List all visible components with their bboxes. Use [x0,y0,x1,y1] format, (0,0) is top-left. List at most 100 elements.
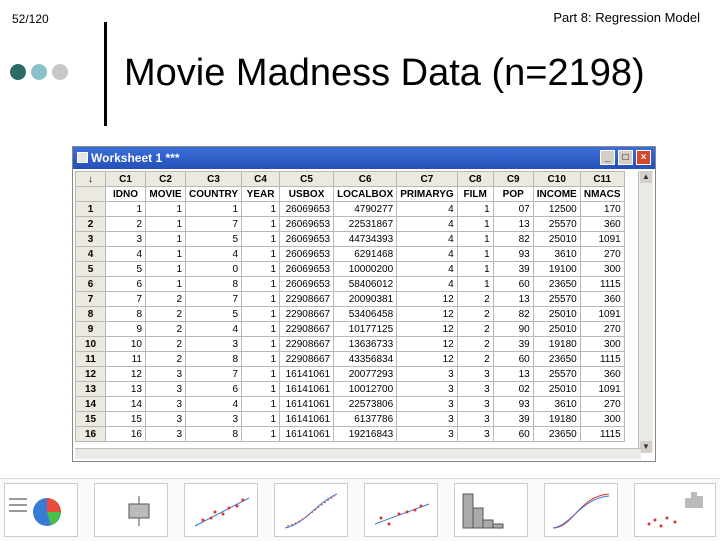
table-cell[interactable]: 19180 [532,336,581,352]
table-cell[interactable]: 7 [184,366,243,382]
table-cell[interactable]: 13 [492,366,534,382]
table-cell[interactable]: 39 [492,336,534,352]
table-cell[interactable]: 2 [456,291,494,307]
table-cell[interactable]: 53406458 [333,306,398,322]
table-cell[interactable]: 2 [105,216,146,232]
table-cell[interactable]: 3 [145,411,186,427]
table-cell[interactable]: 1 [184,201,243,217]
table-cell[interactable]: 4 [396,261,458,277]
table-cell[interactable]: 5 [184,306,243,322]
column-header[interactable]: C10 [532,171,581,187]
table-cell[interactable]: 2 [145,321,186,337]
horizontal-scrollbar[interactable] [75,448,641,459]
table-cell[interactable]: 300 [579,336,625,352]
table-cell[interactable]: 22908667 [279,351,335,367]
table-cell[interactable]: 02 [492,381,534,397]
column-header[interactable]: C1 [105,171,146,187]
column-name-cell[interactable]: LOCALBOX [333,186,398,202]
table-cell[interactable]: 4 [396,231,458,247]
table-cell[interactable]: 2 [456,321,494,337]
table-cell[interactable]: 23650 [532,276,581,292]
table-cell[interactable]: 4 [396,201,458,217]
column-name-cell[interactable]: YEAR [241,186,281,202]
thumbnail-histogram[interactable] [454,483,528,537]
table-cell[interactable]: 1 [145,246,186,262]
table-cell[interactable]: 1091 [579,381,625,397]
table-cell[interactable]: 1 [456,201,494,217]
table-cell[interactable]: 20090381 [333,291,398,307]
table-cell[interactable]: 0 [184,261,243,277]
table-cell[interactable]: 10 [105,336,146,352]
table-cell[interactable]: 1 [241,306,281,322]
row-number[interactable]: 6 [75,276,106,292]
column-name-cell[interactable]: IDNO [105,186,146,202]
table-cell[interactable]: 3 [145,366,186,382]
table-cell[interactable]: 270 [579,396,625,412]
column-header[interactable]: C11 [579,171,625,187]
row-number[interactable]: 4 [75,246,106,262]
table-cell[interactable]: 13 [492,216,534,232]
table-cell[interactable]: 3 [145,426,186,442]
table-cell[interactable]: 1 [456,216,494,232]
table-cell[interactable]: 1 [145,261,186,277]
table-cell[interactable]: 1 [145,231,186,247]
table-cell[interactable]: 3610 [532,396,581,412]
table-cell[interactable]: 07 [492,201,534,217]
table-cell[interactable]: 3610 [532,246,581,262]
table-cell[interactable]: 300 [579,261,625,277]
table-cell[interactable]: 25570 [532,366,581,382]
table-cell[interactable]: 270 [579,246,625,262]
scroll-down-arrow-icon[interactable]: ▼ [640,441,652,453]
table-cell[interactable]: 3 [396,381,458,397]
table-cell[interactable]: 93 [492,396,534,412]
table-cell[interactable]: 13 [105,381,146,397]
table-cell[interactable]: 4 [396,216,458,232]
table-cell[interactable]: 16141061 [279,426,335,442]
table-cell[interactable]: 4 [184,396,243,412]
table-cell[interactable]: 26069653 [279,261,335,277]
row-number[interactable]: 12 [75,366,106,382]
row-number[interactable]: 13 [75,381,106,397]
table-cell[interactable]: 16141061 [279,381,335,397]
table-cell[interactable]: 3 [184,336,243,352]
table-cell[interactable]: 3 [396,366,458,382]
table-cell[interactable]: 25010 [532,381,581,397]
table-cell[interactable]: 8 [184,351,243,367]
table-cell[interactable]: 10177125 [333,321,398,337]
table-cell[interactable]: 12 [396,306,458,322]
row-number[interactable]: 10 [75,336,106,352]
column-header[interactable]: C3 [184,171,243,187]
thumbnail-boxplot[interactable] [94,483,168,537]
table-cell[interactable]: 1 [241,276,281,292]
table-cell[interactable]: 58406012 [333,276,398,292]
table-cell[interactable]: 3 [456,396,494,412]
table-cell[interactable]: 16141061 [279,396,335,412]
table-cell[interactable]: 3 [456,426,494,442]
table-cell[interactable]: 1 [241,231,281,247]
table-cell[interactable]: 22908667 [279,291,335,307]
vertical-scrollbar[interactable]: ▲ ▼ [638,171,653,453]
row-number[interactable]: 15 [75,411,106,427]
table-cell[interactable]: 3 [145,396,186,412]
row-number[interactable]: 3 [75,231,106,247]
table-cell[interactable]: 5 [184,231,243,247]
table-cell[interactable]: 15 [105,411,146,427]
table-cell[interactable]: 1 [241,351,281,367]
table-cell[interactable]: 2 [456,351,494,367]
table-cell[interactable]: 22531867 [333,216,398,232]
table-cell[interactable]: 3 [184,411,243,427]
table-cell[interactable]: 4 [184,321,243,337]
table-cell[interactable]: 1115 [579,351,625,367]
table-cell[interactable]: 43356834 [333,351,398,367]
table-cell[interactable]: 5 [105,261,146,277]
table-cell[interactable]: 1 [145,276,186,292]
row-number[interactable]: 14 [75,396,106,412]
table-cell[interactable]: 11 [105,351,146,367]
table-cell[interactable]: 1 [241,396,281,412]
table-cell[interactable]: 7 [184,291,243,307]
table-cell[interactable]: 39 [492,261,534,277]
table-cell[interactable]: 1 [105,201,146,217]
row-number[interactable]: 5 [75,261,106,277]
table-cell[interactable]: 1 [241,216,281,232]
table-cell[interactable]: 1 [241,291,281,307]
